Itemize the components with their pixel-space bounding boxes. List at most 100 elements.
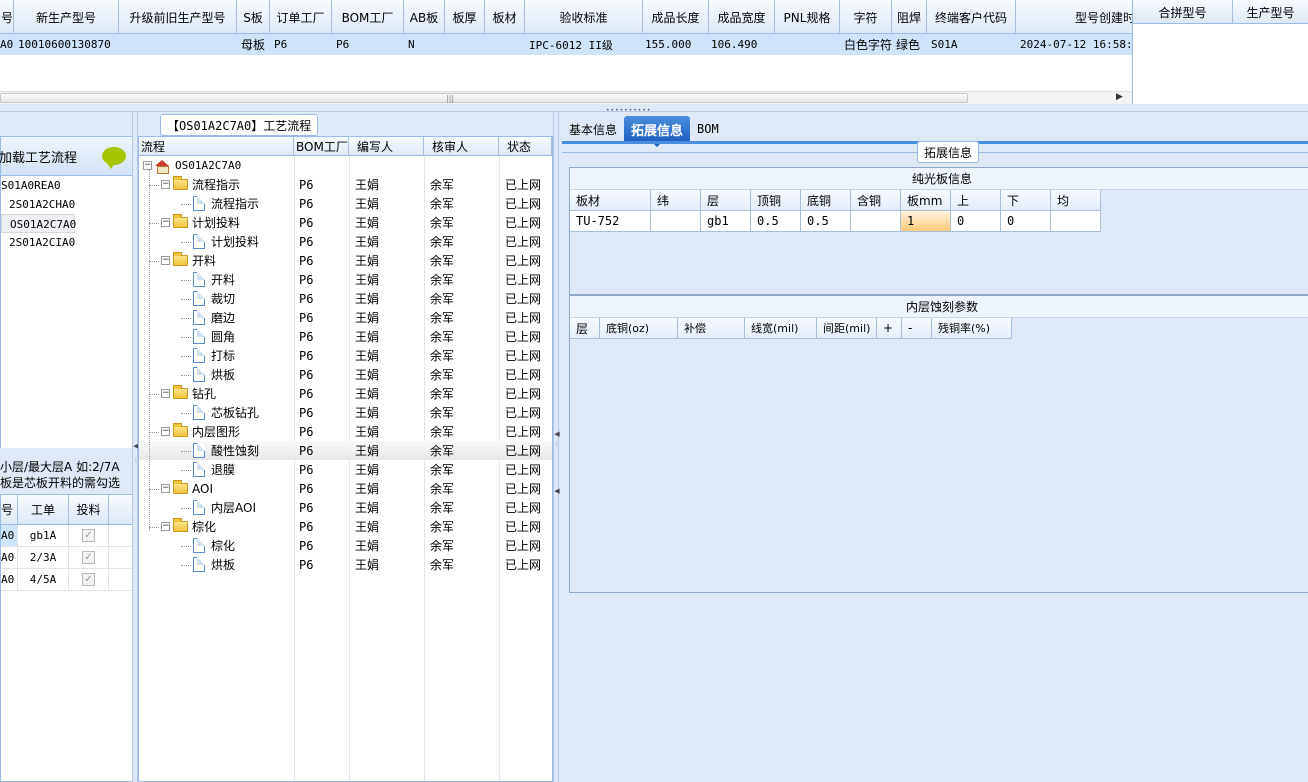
- top-grid-col-header[interactable]: 板材: [485, 0, 525, 34]
- tree-row[interactable]: 内层AOI P6 王娟 余军 已上网: [139, 498, 552, 517]
- top-grid-col-header[interactable]: PNL规格: [775, 0, 840, 34]
- tree-row[interactable]: 磨边 P6 王娟 余军 已上网: [139, 308, 552, 327]
- plain-board-cell[interactable]: 0: [951, 211, 1001, 232]
- collapse-icon[interactable]: −: [161, 256, 170, 265]
- tree-row[interactable]: 酸性蚀刻 P6 王娟 余军 已上网: [139, 441, 552, 460]
- inner-etch-col-header[interactable]: 线宽(mil): [745, 318, 817, 339]
- top-grid-col-header[interactable]: 升级前旧生产型号: [119, 0, 237, 34]
- inner-etch-col-header[interactable]: 补偿: [678, 318, 745, 339]
- inner-etch-col-header[interactable]: 层: [570, 318, 600, 339]
- top-grid-col-header[interactable]: 板厚: [445, 0, 485, 34]
- top-grid-col-header[interactable]: 订单工厂: [270, 0, 332, 34]
- plain-board-col-header[interactable]: 均: [1051, 190, 1101, 211]
- table-row[interactable]: TU-752 gb1 0.5 0.5 1 0 0: [570, 211, 1308, 232]
- inner-etch-col-header[interactable]: 底铜(oz): [600, 318, 678, 339]
- plain-board-cell[interactable]: [1051, 211, 1101, 232]
- plain-board-cell[interactable]: TU-752: [570, 211, 651, 232]
- tree-row[interactable]: 退膜 P6 王娟 余军 已上网: [139, 460, 552, 479]
- merge-col-header[interactable]: 合拼型号: [1133, 0, 1233, 24]
- tree-row[interactable]: 烘板 P6 王娟 余军 已上网: [139, 555, 552, 574]
- plain-board-col-header[interactable]: 含铜: [851, 190, 901, 211]
- tree-root-row[interactable]: − OS01A2C7A0: [139, 156, 552, 175]
- main-grid-selected-row[interactable]: A0 10010600130870 母板 P6 P6 N IPC-6012 II级 155.0…: [0, 34, 1132, 55]
- horizontal-splitter[interactable]: ••••••••••: [0, 104, 1308, 114]
- col-header-writer[interactable]: 编写人: [349, 137, 424, 155]
- col-header-id[interactable]: 号: [1, 495, 18, 524]
- plain-board-col-header[interactable]: 板材: [570, 190, 651, 211]
- plain-board-cell[interactable]: 1: [901, 211, 951, 232]
- tree-row[interactable]: 打标 P6 王娟 余军 已上网: [139, 346, 552, 365]
- plain-board-cell[interactable]: [651, 211, 701, 232]
- production-model-col-header[interactable]: 生产型号: [1233, 0, 1308, 24]
- top-grid-col-header[interactable]: 验收标准: [525, 0, 643, 34]
- collapse-icon[interactable]: −: [143, 161, 152, 170]
- top-grid-col-header[interactable]: AB板: [404, 0, 445, 34]
- inner-etch-col-header[interactable]: 间距(mil): [817, 318, 877, 339]
- inner-etch-col-header[interactable]: +: [877, 318, 902, 339]
- tree-row[interactable]: 开料 P6 王娟 余军 已上网: [139, 270, 552, 289]
- top-grid-col-header[interactable]: 终端客户代码: [927, 0, 1016, 34]
- table-row[interactable]: A0 2/3A ✓: [1, 547, 132, 569]
- tab-extended-info[interactable]: 拓展信息: [624, 116, 691, 147]
- tree-row[interactable]: − 钻孔 P6 王娟 余军 已上网: [139, 384, 552, 403]
- table-row[interactable]: A0 4/5A ✓: [1, 569, 132, 591]
- flow-list-item[interactable]: 2S01A2CIA0: [1, 233, 132, 252]
- plain-board-col-header[interactable]: 板mm: [901, 190, 951, 211]
- col-header-flow[interactable]: 流程: [139, 137, 294, 155]
- chat-bubble-icon[interactable]: [102, 147, 126, 169]
- plain-board-col-header[interactable]: 下: [1001, 190, 1051, 211]
- plain-board-col-header[interactable]: 层: [701, 190, 751, 211]
- tree-row[interactable]: − 流程指示 P6 王娟 余军 已上网: [139, 175, 552, 194]
- tree-row[interactable]: − 内层图形 P6 王娟 余军 已上网: [139, 422, 552, 441]
- tab-bom[interactable]: BOM: [690, 116, 726, 142]
- flow-list-item[interactable]: S01A0REA0: [1, 176, 132, 195]
- feed-checkbox[interactable]: ✓: [82, 573, 95, 586]
- plain-board-col-header[interactable]: 底铜: [801, 190, 851, 211]
- col-header-feed[interactable]: 投料: [69, 495, 109, 524]
- top-grid-col-header[interactable]: 字符: [840, 0, 892, 34]
- collapse-icon[interactable]: −: [161, 218, 170, 227]
- col-header-status[interactable]: 状态: [499, 137, 552, 155]
- col-header-order[interactable]: 工单: [18, 495, 69, 524]
- inner-etch-col-header[interactable]: -: [902, 318, 932, 339]
- tree-row[interactable]: − 棕化 P6 王娟 余军 已上网: [139, 517, 552, 536]
- top-grid-col-header[interactable]: 成品宽度: [709, 0, 775, 34]
- plain-board-cell[interactable]: 0: [1001, 211, 1051, 232]
- plain-board-col-header[interactable]: 顶铜: [751, 190, 801, 211]
- scrollbar-thumb[interactable]: [0, 93, 968, 103]
- tree-row[interactable]: − 开料 P6 王娟 余军 已上网: [139, 251, 552, 270]
- top-grid-col-header[interactable]: 成品长度: [643, 0, 709, 34]
- plain-board-cell[interactable]: gb1: [701, 211, 751, 232]
- tree-row[interactable]: 芯板钻孔 P6 王娟 余军 已上网: [139, 403, 552, 422]
- flow-list-item[interactable]: 2S01A2CHA0: [1, 195, 132, 214]
- flow-list-item-selected[interactable]: OS01A2C7A0: [1, 214, 76, 233]
- horizontal-scrollbar[interactable]: ||| ▶: [0, 91, 1132, 104]
- tree-row[interactable]: 圆角 P6 王娟 余军 已上网: [139, 327, 552, 346]
- top-grid-col-header[interactable]: 型号创建时: [1016, 0, 1132, 34]
- tree-row[interactable]: 裁切 P6 王娟 余军 已上网: [139, 289, 552, 308]
- inner-etch-col-header[interactable]: 残铜率(%): [932, 318, 1012, 339]
- tree-row[interactable]: 烘板 P6 王娟 余军 已上网: [139, 365, 552, 384]
- collapse-right-arrow-icon[interactable]: ◀: [554, 487, 560, 495]
- scroll-right-arrow-icon[interactable]: ▶: [1116, 92, 1123, 102]
- tree-row[interactable]: − 计划投料 P6 王娟 余军 已上网: [139, 213, 552, 232]
- top-grid-col-header[interactable]: BOM工厂: [332, 0, 404, 34]
- top-grid-col-header[interactable]: 新生产型号: [14, 0, 119, 34]
- plain-board-col-header[interactable]: 上: [951, 190, 1001, 211]
- collapse-left-arrow-icon[interactable]: ◀: [554, 430, 560, 438]
- top-grid-col-header[interactable]: 号: [0, 0, 14, 34]
- collapse-icon[interactable]: −: [161, 522, 170, 531]
- plain-board-col-header[interactable]: 纬: [651, 190, 701, 211]
- col-header-reviewer[interactable]: 核审人: [424, 137, 499, 155]
- collapse-icon[interactable]: −: [161, 389, 170, 398]
- tree-row[interactable]: 棕化 P6 王娟 余军 已上网: [139, 536, 552, 555]
- tree-row[interactable]: 计划投料 P6 王娟 余军 已上网: [139, 232, 552, 251]
- collapse-icon[interactable]: −: [161, 484, 170, 493]
- middle-vertical-splitter[interactable]: ◀ ⋮ ◀: [553, 112, 560, 782]
- table-row[interactable]: A0 gb1A ✓: [1, 525, 132, 547]
- plain-board-cell[interactable]: [851, 211, 901, 232]
- col-header-bom-factory[interactable]: BOM工厂: [294, 137, 349, 155]
- tab-basic-info[interactable]: 基本信息: [562, 116, 624, 142]
- plain-board-cell[interactable]: 0.5: [751, 211, 801, 232]
- feed-checkbox[interactable]: ✓: [82, 529, 95, 542]
